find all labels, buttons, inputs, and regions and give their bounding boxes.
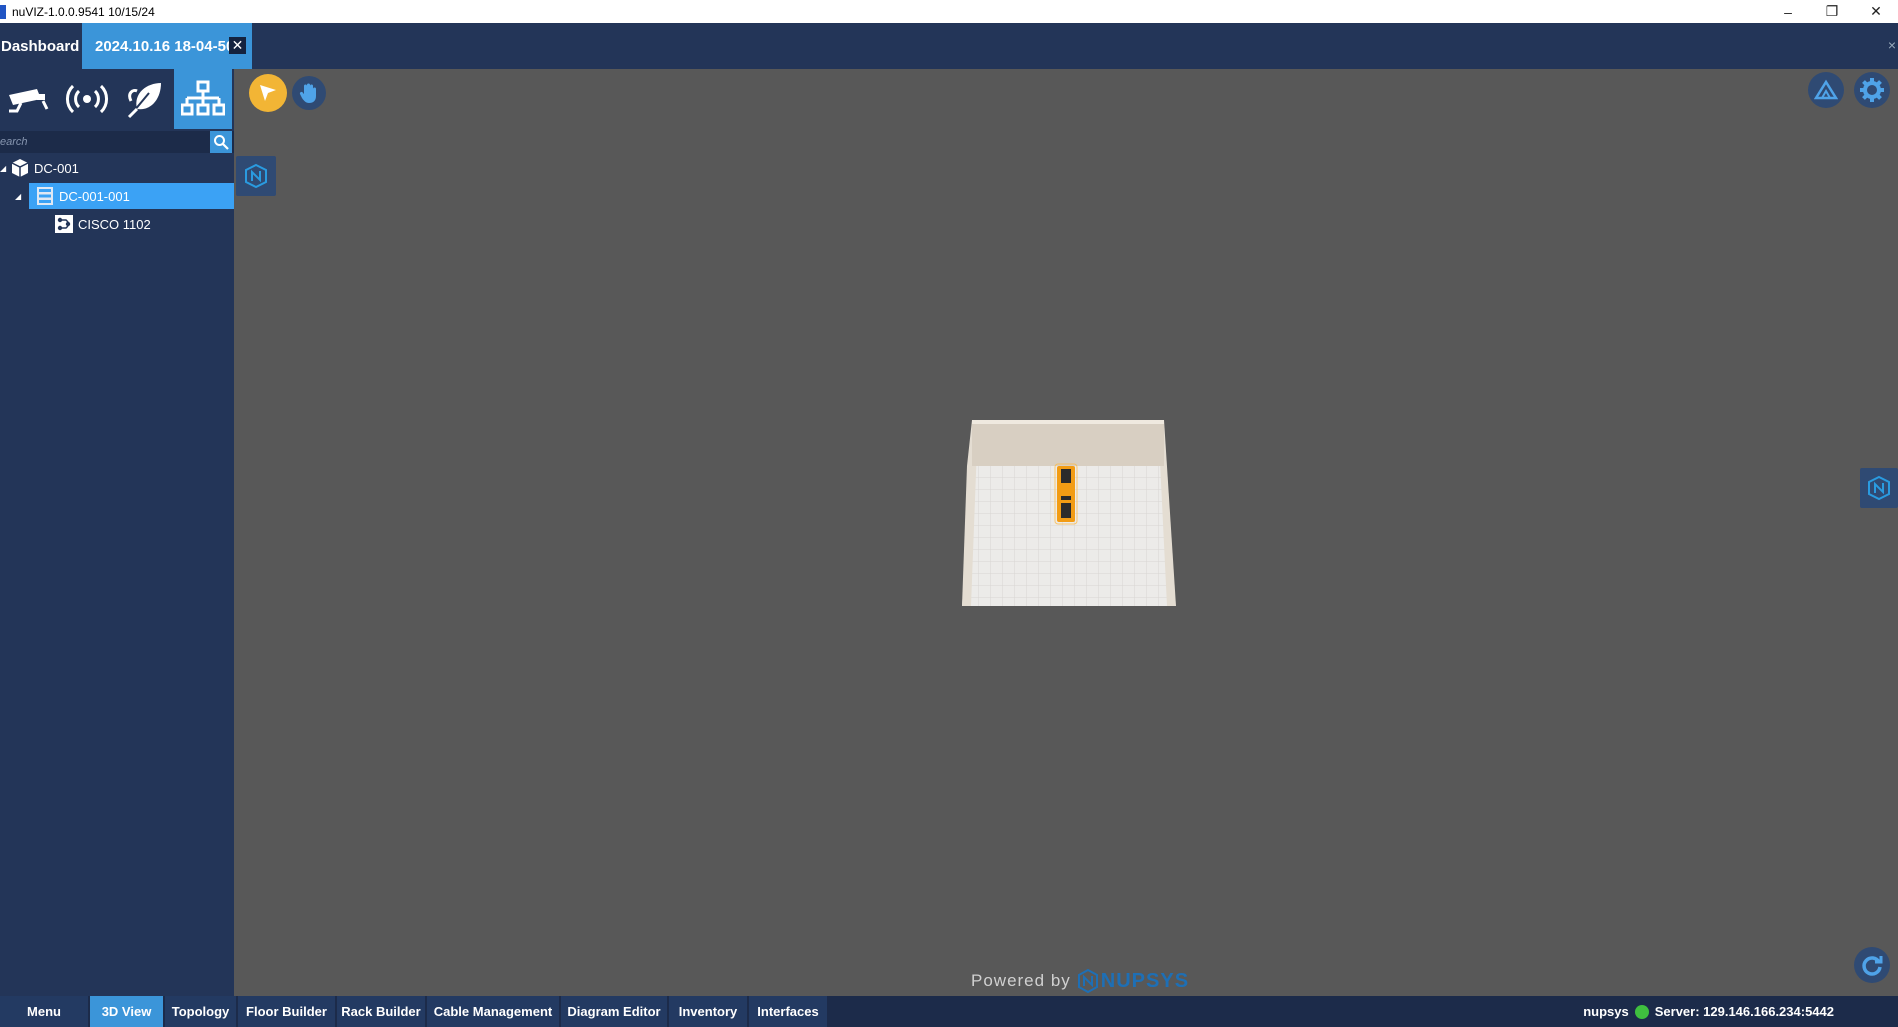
mode-hierarchy-button[interactable] [174, 69, 232, 129]
mode-wireless-button[interactable] [58, 69, 116, 129]
tree-item-dc-001-001[interactable]: ◢ DC-001-001 [15, 183, 234, 209]
status-user: nupsys [1583, 1004, 1629, 1019]
search-input[interactable] [0, 131, 208, 153]
tree-item-cisco-1102[interactable]: CISCO 1102 [54, 211, 234, 237]
menu-button[interactable]: Menu [0, 996, 88, 1027]
tab-session-label: 2024.10.16 18-04-50 [95, 37, 235, 55]
hand-icon [299, 83, 316, 103]
sidebar: ◢ DC-001 ◢ DC-001-001 [0, 69, 234, 996]
mode-camera-button[interactable] [0, 69, 58, 129]
tab-interfaces[interactable]: Interfaces [749, 996, 827, 1027]
camera-icon [9, 89, 49, 113]
tab-topology[interactable]: Topology [165, 996, 236, 1027]
restore-button[interactable]: ❐ [1810, 0, 1854, 23]
nupsys-logo-icon [1077, 969, 1098, 993]
search-icon [214, 135, 229, 150]
right-panel-toggle[interactable] [1860, 468, 1898, 508]
room-3d-scene[interactable] [955, 418, 1180, 608]
tab-cable-management[interactable]: Cable Management [427, 996, 559, 1027]
connection-status-icon [1634, 1004, 1649, 1019]
tab-close-button[interactable]: ✕ [229, 37, 246, 54]
tree-item-label: DC-001-001 [59, 188, 130, 204]
wireless-signal-icon [66, 84, 108, 114]
bottom-bar: Menu 3D View Topology Floor Builder Rack… [0, 996, 1898, 1027]
left-panel-toggle[interactable] [236, 156, 276, 196]
collapse-arrow-icon[interactable]: ◢ [15, 192, 25, 201]
tree-item-dc-001[interactable]: ◢ DC-001 [0, 155, 234, 181]
title-bar: nuVIZ-1.0.0.9541 10/15/24 – ❐ ✕ [0, 0, 1898, 23]
window-title: nuVIZ-1.0.0.9541 10/15/24 [12, 4, 155, 19]
status-server: Server: 129.146.166.234:5442 [1654, 1004, 1834, 1019]
terrain-icon [1814, 79, 1838, 100]
hierarchy-icon [181, 80, 225, 116]
minimize-button[interactable]: – [1766, 0, 1810, 23]
nupsys-logo-icon [1868, 475, 1890, 501]
status-area: nupsys Server: 129.146.166.234:5442 [1583, 996, 1834, 1027]
tab-dashboard[interactable]: Dashboard [0, 23, 82, 69]
window-controls: – ❐ ✕ [1766, 0, 1898, 23]
tab-session[interactable]: 2024.10.16 18-04-50 ✕ [82, 23, 252, 69]
refresh-icon [1862, 956, 1883, 976]
nupsys-logo-icon [245, 163, 267, 189]
powered-by-label: Powered by [971, 971, 1071, 990]
brand-name: NUPSYS [1100, 969, 1190, 992]
tree-item-label: DC-001 [34, 160, 79, 176]
refresh-button[interactable] [1854, 947, 1890, 983]
search-row [0, 131, 234, 153]
leaf-icon [127, 83, 161, 119]
mode-leaf-button[interactable] [116, 69, 174, 129]
search-button[interactable] [210, 131, 232, 153]
tab-3d-view[interactable]: 3D View [90, 996, 163, 1027]
tab-diagram-editor[interactable]: Diagram Editor [561, 996, 667, 1027]
settings-button[interactable] [1854, 72, 1890, 108]
pointer-icon [260, 85, 276, 101]
tree-item-label: CISCO 1102 [78, 216, 151, 232]
switch-icon [54, 214, 74, 234]
hand-tool-button[interactable] [292, 76, 326, 110]
cube-icon [10, 158, 30, 178]
collapse-arrow-icon[interactable]: ◢ [0, 164, 10, 173]
powered-by-footer: Powered by NUPSYS [971, 969, 1189, 993]
rack-object[interactable] [1054, 463, 1078, 525]
tab-bar: Dashboard 2024.10.16 18-04-50 ✕ × [0, 23, 1898, 69]
tab-floor-builder[interactable]: Floor Builder [238, 996, 335, 1027]
tab-inventory[interactable]: Inventory [669, 996, 747, 1027]
pointer-tool-button[interactable] [249, 74, 287, 112]
close-window-button[interactable]: ✕ [1854, 0, 1898, 23]
app-icon [0, 4, 6, 19]
gear-icon [1860, 78, 1884, 102]
tabbar-close-button[interactable]: × [1888, 37, 1896, 53]
tab-rack-builder[interactable]: Rack Builder [337, 996, 425, 1027]
rack-icon [35, 186, 55, 206]
terrain-button[interactable] [1808, 72, 1844, 108]
mode-bar [0, 69, 234, 129]
